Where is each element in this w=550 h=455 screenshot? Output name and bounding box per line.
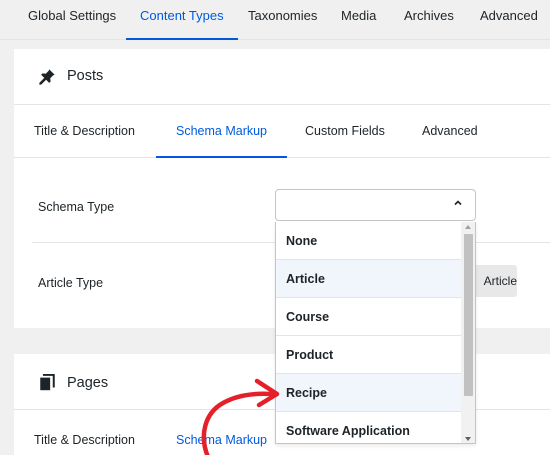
tab-content-types[interactable]: Content Types xyxy=(126,0,238,40)
article-type-label: Article Type xyxy=(38,276,104,290)
scrollbar-thumb[interactable] xyxy=(464,234,473,396)
dropdown-scrollbar[interactable] xyxy=(461,222,475,443)
tab-advanced[interactable]: Advanced xyxy=(480,0,538,40)
schema-type-dropdown: None Article Course Product Recipe Softw… xyxy=(275,222,476,444)
scroll-up-icon[interactable] xyxy=(465,225,471,229)
option-article[interactable]: Article xyxy=(276,260,462,298)
top-navigation: Global Settings Content Types Taxonomies… xyxy=(0,0,550,40)
schema-type-select[interactable] xyxy=(275,189,476,221)
scroll-down-icon[interactable] xyxy=(465,437,471,441)
tab-archives[interactable]: Archives xyxy=(404,0,454,40)
pages-title: Pages xyxy=(67,375,109,391)
tab-global-settings[interactable]: Global Settings xyxy=(28,0,116,40)
pin-icon xyxy=(39,69,55,85)
posts-subtabs: Title & Description Schema Markup Custom… xyxy=(14,106,550,158)
option-product[interactable]: Product xyxy=(276,336,462,374)
pages-icon xyxy=(40,374,55,391)
article-type-value: Article xyxy=(483,274,517,288)
option-recipe[interactable]: Recipe xyxy=(276,374,462,412)
tab-advanced-posts[interactable]: Advanced xyxy=(422,106,478,158)
tab-pages-title-description[interactable]: Title & Description xyxy=(34,411,135,455)
schema-type-label: Schema Type xyxy=(38,200,115,214)
posts-title: Posts xyxy=(67,68,104,84)
tab-taxonomies[interactable]: Taxonomies xyxy=(248,0,317,40)
option-course[interactable]: Course xyxy=(276,298,462,336)
tab-pages-schema-markup[interactable]: Schema Markup xyxy=(176,411,267,455)
option-software-application[interactable]: Software Application xyxy=(276,412,462,443)
posts-card-header: Posts xyxy=(14,49,550,105)
option-none[interactable]: None xyxy=(276,222,462,260)
tab-custom-fields[interactable]: Custom Fields xyxy=(305,106,385,158)
tab-media[interactable]: Media xyxy=(341,0,376,40)
tab-schema-markup[interactable]: Schema Markup xyxy=(156,106,288,158)
chevron-up-icon xyxy=(454,200,462,206)
tab-title-description[interactable]: Title & Description xyxy=(34,106,135,158)
